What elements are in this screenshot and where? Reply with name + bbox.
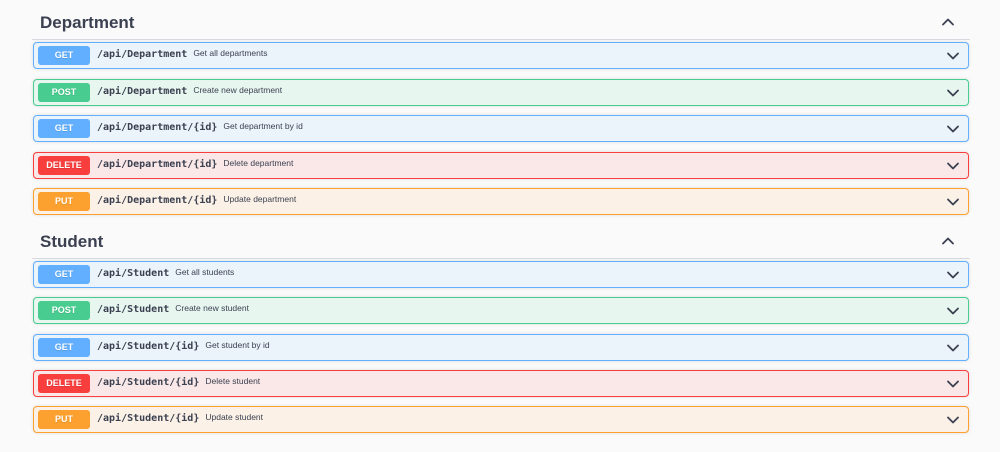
operation-summary: Update department bbox=[223, 194, 297, 204]
method-badge: POST bbox=[38, 301, 90, 320]
chevron-down-icon[interactable] bbox=[945, 194, 961, 210]
operation-path: /api/Department Create new department bbox=[97, 85, 283, 97]
operation-path: /api/Department/{id} Update department bbox=[97, 194, 297, 206]
method-badge: POST bbox=[38, 83, 90, 102]
path-text: /api/Department bbox=[97, 86, 188, 97]
operation-row[interactable]: GET /api/Department/{id} Get department b… bbox=[33, 115, 969, 142]
operation-summary: Delete department bbox=[223, 158, 294, 168]
chevron-down-icon[interactable] bbox=[945, 48, 961, 64]
tag-section-student: Student GET /api/Student Get all students… bbox=[32, 223, 970, 433]
path-text: /api/Student/{id} bbox=[97, 341, 200, 352]
chevron-down-icon[interactable] bbox=[945, 376, 961, 392]
path-text: /api/Student bbox=[97, 268, 170, 279]
path-text: /api/Department/{id} bbox=[97, 122, 218, 133]
operation-path: /api/Department/{id} Get department by id bbox=[97, 121, 303, 133]
chevron-down-icon[interactable] bbox=[945, 121, 961, 137]
operation-row[interactable]: DELETE /api/Department/{id} Delete depart… bbox=[33, 152, 969, 179]
operation-path: /api/Student/{id} Update student bbox=[97, 412, 264, 424]
operation-path: /api/Student Get all students bbox=[97, 267, 235, 279]
method-badge: GET bbox=[38, 46, 90, 65]
method-badge: GET bbox=[38, 265, 90, 284]
operation-summary: Update student bbox=[205, 412, 264, 422]
operation-path: /api/Department/{id} Delete department bbox=[97, 158, 294, 170]
operation-row[interactable]: PUT /api/Department/{id} Update departmen… bbox=[33, 188, 969, 215]
operation-summary: Get all departments bbox=[193, 48, 268, 58]
path-text: /api/Department bbox=[97, 49, 188, 60]
operation-summary: Get department by id bbox=[223, 121, 303, 131]
path-text: /api/Department/{id} bbox=[97, 159, 218, 170]
path-text: /api/Department/{id} bbox=[97, 195, 218, 206]
path-text: /api/Student bbox=[97, 304, 170, 315]
method-badge: DELETE bbox=[38, 374, 90, 393]
chevron-down-icon[interactable] bbox=[945, 340, 961, 356]
operation-row[interactable]: POST /api/Student Create new student bbox=[33, 297, 969, 324]
operation-path: /api/Student Create new student bbox=[97, 303, 249, 315]
chevron-down-icon[interactable] bbox=[945, 85, 961, 101]
operation-row[interactable]: GET /api/Student/{id} Get student by id bbox=[33, 334, 969, 361]
chevron-up-icon[interactable] bbox=[940, 14, 956, 30]
chevron-down-icon[interactable] bbox=[945, 303, 961, 319]
operation-row[interactable]: PUT /api/Student/{id} Update student bbox=[33, 406, 969, 433]
method-badge: GET bbox=[38, 338, 90, 357]
tag-header-student[interactable]: Student bbox=[32, 223, 970, 259]
operation-summary: Get student by id bbox=[205, 340, 270, 350]
tag-section-department: Department GET /api/Department Get all de… bbox=[32, 4, 970, 215]
method-badge: PUT bbox=[38, 410, 90, 429]
method-badge: PUT bbox=[38, 192, 90, 211]
operation-summary: Create new student bbox=[175, 303, 249, 313]
path-text: /api/Student/{id} bbox=[97, 377, 200, 388]
operation-row[interactable]: GET /api/Student Get all students bbox=[33, 261, 969, 288]
path-text: /api/Student/{id} bbox=[97, 413, 200, 424]
method-badge: DELETE bbox=[38, 156, 90, 175]
section-title: Department bbox=[40, 13, 135, 32]
chevron-down-icon[interactable] bbox=[945, 158, 961, 174]
chevron-up-icon[interactable] bbox=[940, 233, 956, 249]
section-title: Student bbox=[40, 232, 104, 251]
operation-row[interactable]: GET /api/Department Get all departments bbox=[33, 42, 969, 69]
operation-row[interactable]: DELETE /api/Student/{id} Delete student bbox=[33, 370, 969, 397]
operation-row[interactable]: POST /api/Department Create new departmen… bbox=[33, 79, 969, 106]
operation-summary: Create new department bbox=[193, 85, 283, 95]
operation-path: /api/Student/{id} Get student by id bbox=[97, 340, 270, 352]
chevron-down-icon[interactable] bbox=[945, 412, 961, 428]
tag-header-department[interactable]: Department bbox=[32, 4, 970, 40]
chevron-down-icon[interactable] bbox=[945, 267, 961, 283]
operation-path: /api/Student/{id} Delete student bbox=[97, 376, 261, 388]
method-badge: GET bbox=[38, 119, 90, 138]
operation-summary: Delete student bbox=[205, 376, 261, 386]
operation-path: /api/Department Get all departments bbox=[97, 48, 268, 60]
operation-summary: Get all students bbox=[175, 267, 235, 277]
